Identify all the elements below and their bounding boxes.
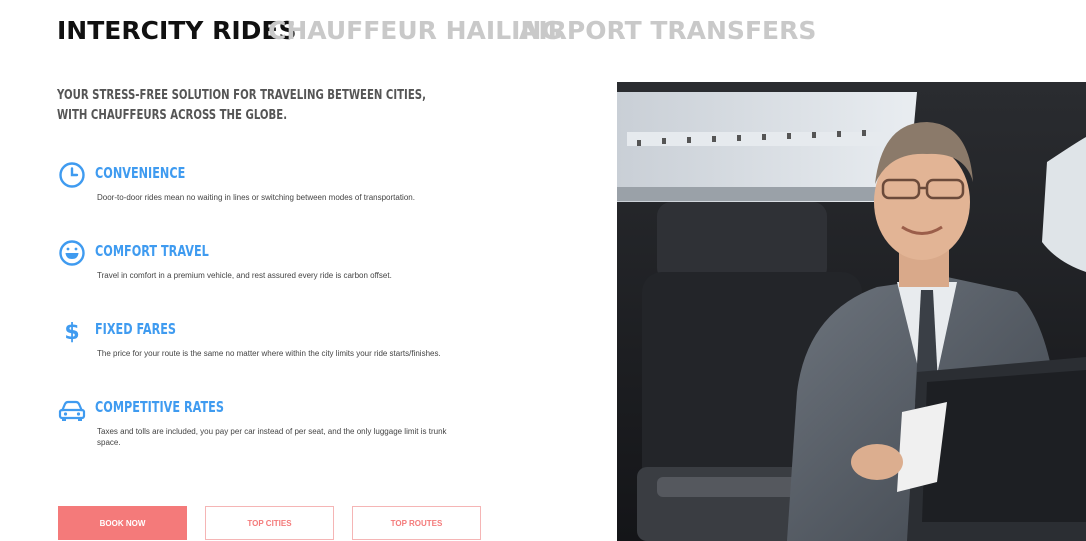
- tab-airport-transfers[interactable]: AIRPORT TRANSFERS: [519, 16, 816, 45]
- feature-title: FIXED FARES: [95, 320, 177, 338]
- tab-chauffeur-hailing[interactable]: CHAUFFEUR HAILING: [268, 16, 562, 45]
- top-routes-button[interactable]: TOP ROUTES: [352, 506, 481, 540]
- feature-title: COMPETITIVE RATES: [95, 398, 224, 416]
- service-tabs: INTERCITY RIDES CHAUFFEUR HAILING AIRPOR…: [57, 16, 816, 45]
- feature-description: Taxes and tolls are included, you pay pe…: [97, 427, 447, 447]
- feature-description: Travel in comfort in a premium vehicle, …: [97, 271, 392, 280]
- feature-list: CONVENIENCE Door-to-door rides mean no w…: [57, 158, 457, 470]
- intro-line-2: WITH CHAUFFEURS ACROSS THE GLOBE.: [57, 108, 288, 123]
- feature-competitive-rates: COMPETITIVE RATES Taxes and tolls are in…: [57, 392, 457, 470]
- svg-text:$: $: [64, 320, 79, 345]
- feature-description: Door-to-door rides mean no waiting in li…: [97, 193, 415, 202]
- book-now-button[interactable]: BOOK NOW: [58, 506, 187, 540]
- clock-icon: [57, 160, 87, 190]
- feature-title: COMFORT TRAVEL: [95, 242, 209, 260]
- tab-intercity-rides[interactable]: INTERCITY RIDES: [57, 16, 297, 45]
- dollar-icon: $: [57, 316, 87, 346]
- feature-description: The price for your route is the same no …: [97, 349, 441, 358]
- hero-photo: [617, 82, 1086, 541]
- car-icon: [57, 394, 87, 424]
- feature-convenience: CONVENIENCE Door-to-door rides mean no w…: [57, 158, 457, 236]
- top-cities-button[interactable]: TOP CITIES: [205, 506, 334, 540]
- feature-title: CONVENIENCE: [95, 164, 186, 182]
- feature-fixed-fares: $ FIXED FARES The price for your route i…: [57, 314, 457, 392]
- feature-comfort-travel: COMFORT TRAVEL Travel in comfort in a pr…: [57, 236, 457, 314]
- action-buttons: BOOK NOW TOP CITIES TOP ROUTES: [58, 506, 481, 540]
- intro-line-1: YOUR STRESS-FREE SOLUTION FOR TRAVELING …: [57, 88, 426, 103]
- intro-text: YOUR STRESS-FREE SOLUTION FOR TRAVELING …: [57, 86, 426, 126]
- smile-icon: [57, 238, 87, 268]
